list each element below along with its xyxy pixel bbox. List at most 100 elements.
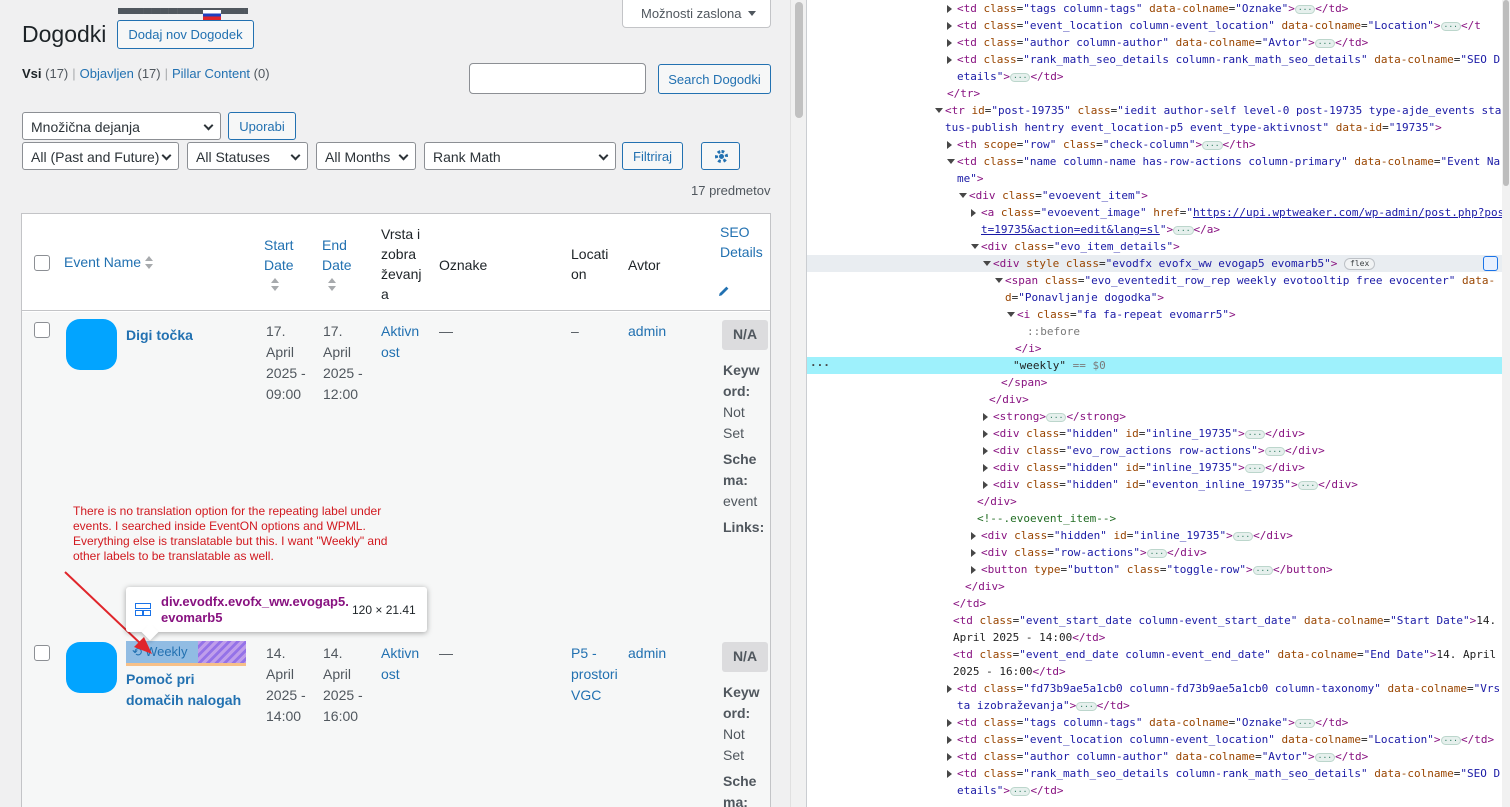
dom-node[interactable]: <td class="rank_math_seo_details column-… (807, 51, 1510, 68)
page-scrollbar[interactable] (790, 0, 806, 807)
view-filters: Vsi (17) | Objavljen (17) | Pillar Content (… (22, 66, 270, 81)
tooltip-selector: div.evodfx.evofx_ww.evogap5.evomarb5 (161, 594, 349, 625)
dom-node[interactable]: <tr id="post-19735" class="iedit author-… (807, 102, 1510, 119)
add-new-event-button[interactable]: Dodaj nov Dogodek (117, 20, 254, 49)
dom-node[interactable]: </div> (807, 578, 1510, 595)
select-all-checkbox[interactable] (34, 255, 50, 271)
chevron-down-icon (290, 150, 301, 161)
location-link[interactable]: P5 - prostori VGC (571, 643, 618, 706)
apply-button[interactable]: Uporabi (228, 112, 296, 140)
period-filter-select[interactable]: All (Past and Future) (22, 142, 179, 170)
language-switcher-cut[interactable]: ▆▆▆▆▆▆▆▆▆▆▆▆▆▆▆▆ (118, 8, 248, 14)
author-link[interactable]: admin (628, 643, 688, 664)
dom-node[interactable]: <div class="evo_item_details"> (807, 238, 1510, 255)
sort-icon (145, 256, 154, 270)
dom-node[interactable]: <strong> ··· </strong> (807, 408, 1510, 425)
dom-node[interactable]: <th scope="row" class="check-column"> ···… (807, 136, 1510, 153)
dom-node[interactable]: </tr> (807, 85, 1510, 102)
copy-icon[interactable] (1483, 256, 1498, 271)
months-filter-select[interactable]: All Months (316, 142, 416, 170)
row-checkbox[interactable] (34, 322, 50, 338)
annotation-note: There is no translation option for the r… (73, 504, 388, 563)
chevron-down-icon (203, 120, 214, 131)
dom-node[interactable]: <span class="evo_eventedit_row_rep weekl… (807, 272, 1510, 289)
inspector-tooltip: div.evodfx.evofx_ww.evogap5.evomarb5 120… (126, 587, 427, 641)
flex-badge[interactable]: flex (1344, 258, 1376, 270)
dom-node[interactable]: <td class="event_end_date column-event_e… (807, 646, 1510, 663)
dom-node[interactable]: </span> (807, 374, 1510, 391)
caret-down-icon (748, 11, 756, 16)
rank-math-filter-select[interactable]: Rank Math (424, 142, 616, 170)
dom-node[interactable]: </i> (807, 340, 1510, 357)
status-filter-select[interactable]: All Statuses (187, 142, 308, 170)
chevron-down-icon (398, 150, 409, 161)
gear-icon (715, 150, 728, 163)
screen-options-button[interactable]: Možnosti zaslona (622, 0, 771, 28)
search-button[interactable]: Search Dogodki (658, 64, 771, 94)
column-settings-button[interactable] (701, 142, 740, 170)
tooltip-dimensions: 120 × 21.41 (352, 603, 416, 617)
type-link[interactable]: Aktivnost (381, 643, 423, 685)
dom-node[interactable]: <i class="fa fa-repeat evomarr5"> (807, 306, 1510, 323)
event-title-link[interactable]: Digi točka (126, 325, 193, 346)
search-input[interactable] (469, 63, 646, 94)
dom-node[interactable]: <td class="name column-name has-row-acti… (807, 153, 1510, 170)
column-seo-details[interactable]: SEO Details (720, 222, 770, 262)
column-type: Vrsta izobraževanja (381, 226, 422, 302)
start-date-cell: 17. April 2025 - 09:00 (266, 323, 306, 402)
dom-node[interactable]: </div> (807, 493, 1510, 510)
dom-node[interactable]: <div class="row-actions"> ··· </div> (807, 544, 1510, 561)
dom-node[interactable]: <button type="button" class="toggle-row"… (807, 561, 1510, 578)
seo-score-badge: N/A (722, 642, 768, 672)
dom-node[interactable]: <td class="event_location column-event_l… (807, 731, 1510, 748)
filter-button[interactable]: Filtriraj (622, 142, 683, 170)
dom-node[interactable]: <div class="evo_row_actions row-actions"… (807, 442, 1510, 459)
dom-node[interactable]: <a class="evoevent_image" href="https://… (807, 204, 1510, 221)
flex-container-icon (135, 603, 151, 616)
dom-node[interactable]: <td class="tags column-tags" data-colnam… (807, 0, 1510, 17)
pencil-icon[interactable] (718, 285, 730, 297)
row-checkbox[interactable] (34, 645, 50, 661)
slovenian-flag-icon[interactable] (203, 10, 221, 20)
dom-node[interactable]: <div class="evoevent_item"> (807, 187, 1510, 204)
dom-node[interactable]: <div class="hidden" id="inline_19735"> ··… (807, 527, 1510, 544)
screen-options-label: Možnosti zaslona (641, 6, 742, 21)
dom-node[interactable]: </div> (807, 391, 1510, 408)
view-published-link[interactable]: Objavljen (17) (80, 66, 161, 81)
author-link[interactable]: admin (628, 321, 688, 342)
seo-info: Keyword: Not Set Schema: (723, 684, 760, 807)
dom-node-hovered[interactable]: <div style class="evodfx evofx_ww evogap… (807, 255, 1510, 272)
dom-node[interactable]: <td class="author column-author" data-co… (807, 34, 1510, 51)
column-author: Avtor (628, 257, 661, 273)
type-link[interactable]: Aktivnost (381, 321, 423, 363)
dom-node[interactable]: <!--.evoevent_item--> (807, 510, 1510, 527)
dom-node[interactable]: <td class="rank_math_seo_details column-… (807, 765, 1510, 782)
selected-text-node[interactable]: ··· "weekly" == $0 (807, 357, 1510, 374)
page-title: Dogodki (22, 21, 107, 47)
column-start-date[interactable]: Start Date (264, 235, 304, 275)
column-end-date[interactable]: End Date (322, 235, 362, 275)
view-pillar-link[interactable]: Pillar Content (0) (172, 66, 270, 81)
wordpress-admin-pane: ▆▆▆▆▆▆▆▆▆▆▆▆▆▆▆▆ Možnosti zaslona Dogodk… (0, 0, 790, 807)
dom-node[interactable]: <td class="tags column-tags" data-colnam… (807, 714, 1510, 731)
dom-node[interactable]: </td> (807, 595, 1510, 612)
dom-node[interactable]: <div class="hidden" id="eventon_inline_1… (807, 476, 1510, 493)
dom-node[interactable]: ::before (807, 323, 1510, 340)
devtools-scrollbar[interactable] (1502, 0, 1510, 807)
dom-node[interactable]: <td class="event_location column-event_l… (807, 17, 1510, 34)
column-event-name[interactable]: Event Name (64, 252, 154, 272)
tags-cell: — (439, 645, 453, 661)
start-date-cell: 14. April 2025 - 14:00 (266, 645, 306, 724)
view-all-link[interactable]: Vsi (17) (22, 66, 68, 81)
column-location: Location (571, 246, 609, 282)
dom-node[interactable]: <div class="hidden" id="inline_19735"> ··… (807, 459, 1510, 476)
chevron-down-icon (598, 150, 609, 161)
dom-node[interactable]: <td class="author column-author" data-co… (807, 748, 1510, 765)
dom-node[interactable]: <td class="event_start_date column-event… (807, 612, 1510, 629)
dom-node[interactable]: <td class="fd73b9ae5a1cb0 column-fd73b9a… (807, 680, 1510, 697)
table-header: Event Name Start Date End Date Vrsta izo… (22, 214, 770, 311)
bulk-actions-select[interactable]: Množična dejanja (22, 112, 221, 140)
event-thumbnail[interactable] (66, 319, 117, 370)
event-title-link[interactable]: Pomoč pri domačih nalogah (126, 669, 246, 711)
dom-node[interactable]: <div class="hidden" id="inline_19735"> ··… (807, 425, 1510, 442)
